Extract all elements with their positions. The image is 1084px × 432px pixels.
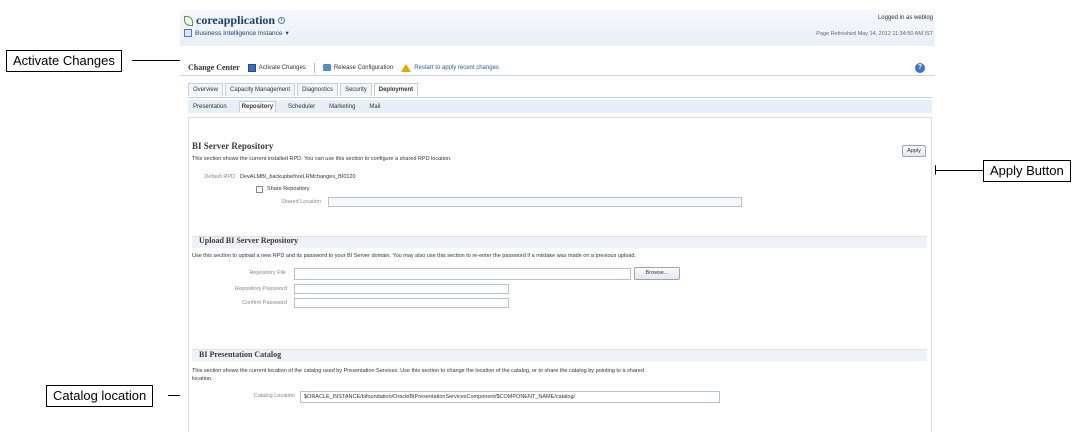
repository-description: This section shows the current installed… xyxy=(192,156,452,162)
catalog-section-header xyxy=(192,349,927,361)
catalog-description-line1: This section shows the current location … xyxy=(192,368,644,374)
apply-button[interactable]: Apply xyxy=(902,145,926,157)
warning-icon xyxy=(401,63,412,72)
tab-security[interactable]: Security xyxy=(340,83,372,96)
subtab-scheduler[interactable]: Scheduler xyxy=(286,102,317,112)
repository-password-label: Repository Password xyxy=(235,286,287,292)
shared-location-label: Shared Location xyxy=(280,199,321,205)
toolbar-divider xyxy=(313,62,315,73)
shared-location-input[interactable] xyxy=(328,197,742,207)
release-configuration-button[interactable]: Release Configuration xyxy=(322,64,394,71)
confirm-password-input[interactable] xyxy=(294,298,509,308)
catalog-location-label: Catalog Location xyxy=(253,393,295,399)
callout-apply-button: Apply Button xyxy=(983,160,1071,182)
callout-activate-changes: Activate Changes xyxy=(6,50,122,72)
browse-button[interactable]: Browse... xyxy=(634,267,680,280)
catalog-heading: BI Presentation Catalog xyxy=(199,350,282,359)
save-icon xyxy=(247,63,256,72)
activate-changes-label: Activate Changes xyxy=(258,64,306,71)
release-configuration-label: Release Configuration xyxy=(333,64,394,71)
info-icon[interactable]: i xyxy=(278,17,286,24)
subtab-repository[interactable]: Repository xyxy=(238,101,277,112)
chevron-down-icon: ▾ xyxy=(285,30,289,37)
tab-capacity-management[interactable]: Capacity Management xyxy=(225,83,296,96)
upload-section-header xyxy=(192,236,927,248)
main-tabs: Overview Capacity Management Diagnostics… xyxy=(188,83,419,96)
restart-warning-label: Restart to apply recent changes xyxy=(414,64,499,71)
fusion-leaf-icon xyxy=(184,15,193,26)
logged-in-text: Logged in as weblog xyxy=(877,15,933,21)
upload-heading: Upload BI Server Repository xyxy=(199,236,299,245)
bi-instance-icon xyxy=(184,29,192,37)
repository-heading: BI Server Repository xyxy=(192,141,274,151)
target-menu[interactable]: Business Intelligence Instance ▾ xyxy=(184,29,289,37)
confirm-password-label: Confirm Password xyxy=(242,300,287,306)
upload-description: Use this section to upload a new RPD and… xyxy=(192,253,636,259)
change-center-bar: Change Center Activate Changes Release C… xyxy=(180,60,935,76)
change-center-title: Change Center xyxy=(188,63,240,72)
callout-apply-arrow xyxy=(934,170,983,171)
repository-panel: BI Server Repository This section shows … xyxy=(188,117,932,432)
app-title: coreapplication i xyxy=(184,13,286,28)
callout-catalog-location: Catalog location xyxy=(46,385,154,407)
app-header: coreapplication i Business Intelligence … xyxy=(180,10,935,46)
target-menu-label: Business Intelligence Instance xyxy=(195,29,283,37)
sub-tabs: Presentation Repository Scheduler Market… xyxy=(188,100,932,113)
default-rpd-label: Default RPD xyxy=(204,174,235,180)
page-refreshed-text: Page Refreshed May 14, 2012 11:34:50 AM … xyxy=(816,31,933,37)
default-rpd-value: DevALMBI_backupbeforeLRMchanges_BI0120 xyxy=(240,174,356,180)
share-repository-label: Share Repository xyxy=(267,186,310,192)
help-icon[interactable]: ? xyxy=(915,63,925,73)
subtab-mail[interactable]: Mail xyxy=(367,102,382,112)
app-name: coreapplication xyxy=(196,13,276,27)
catalog-location-value: $ORACLE_INSTANCE/bifoundation/OracleBIPr… xyxy=(304,393,576,400)
app-window: coreapplication i Business Intelligence … xyxy=(180,10,935,432)
subtab-marketing[interactable]: Marketing xyxy=(327,102,357,112)
share-repository-checkbox[interactable] xyxy=(256,186,263,193)
tabs-divider xyxy=(188,97,932,98)
tab-diagnostics[interactable]: Diagnostics xyxy=(297,83,339,96)
repository-password-input[interactable] xyxy=(294,284,509,294)
activate-changes-button[interactable]: Activate Changes xyxy=(247,63,306,72)
subtab-presentation[interactable]: Presentation xyxy=(191,102,229,112)
restart-warning-link[interactable]: Restart to apply recent changes xyxy=(401,63,499,72)
release-icon xyxy=(322,64,331,71)
tab-deployment[interactable]: Deployment xyxy=(373,83,419,96)
catalog-location-input[interactable]: $ORACLE_INSTANCE/bifoundation/OracleBIPr… xyxy=(300,391,720,403)
tab-overview[interactable]: Overview xyxy=(188,83,224,96)
repository-file-label: Repository File xyxy=(249,270,286,276)
catalog-description-line2: location. xyxy=(192,376,213,382)
repository-file-input[interactable] xyxy=(294,268,631,280)
